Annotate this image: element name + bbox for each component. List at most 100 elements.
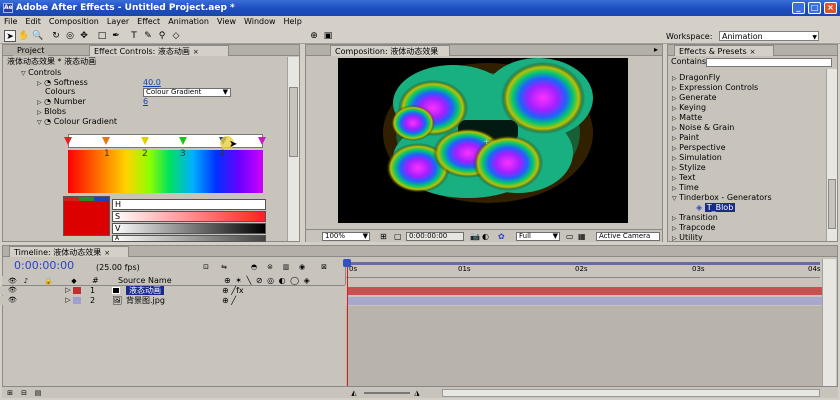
- resolution-dropdown[interactable]: Full ▼: [516, 232, 560, 241]
- horizontal-scrollbar[interactable]: [442, 389, 820, 397]
- current-time-display[interactable]: 0:00:00:00: [406, 232, 464, 241]
- blobs-group[interactable]: ▷ Blobs: [37, 107, 66, 117]
- stopwatch-icon[interactable]: ◔: [44, 97, 51, 106]
- menu-window[interactable]: Window: [240, 16, 280, 28]
- close-button[interactable]: ×: [824, 2, 837, 14]
- list-item[interactable]: ▷ Utility: [672, 233, 703, 241]
- tab-project[interactable]: Project: [13, 45, 49, 56]
- softness-value[interactable]: 40.0: [143, 78, 161, 88]
- list-item[interactable]: ▷ Transition: [672, 213, 718, 223]
- close-icon[interactable]: ×: [193, 48, 199, 56]
- scrollbar-thumb[interactable]: [828, 179, 836, 229]
- number-value[interactable]: 6: [143, 97, 148, 107]
- brush-tool-icon[interactable]: ✎: [142, 30, 154, 42]
- draft-3d-icon[interactable]: ◓: [250, 263, 258, 271]
- hand-tool-icon[interactable]: ✋: [18, 30, 30, 42]
- motion-blur-icon[interactable]: ◉: [298, 263, 306, 271]
- gradient-stop-marker[interactable]: [258, 137, 266, 145]
- value-slider[interactable]: V: [112, 223, 266, 234]
- expand-triangle-icon[interactable]: ▷: [64, 286, 72, 294]
- menu-composition[interactable]: Composition: [45, 16, 103, 28]
- collapse-triangle-icon[interactable]: ▷: [37, 80, 42, 87]
- frame-blending-icon[interactable]: ▥: [282, 263, 290, 271]
- list-item[interactable]: ▷ Stylize: [672, 163, 706, 173]
- layer-switches[interactable]: ⊕ ╱fx: [222, 286, 244, 295]
- tab-timeline[interactable]: Timeline: 液体动态效果 ×: [9, 246, 129, 257]
- alpha-slider[interactable]: A: [112, 235, 266, 242]
- modes-icon[interactable]: ⊟: [20, 389, 28, 397]
- list-item[interactable]: ▷ Expression Controls: [672, 83, 758, 93]
- menu-view[interactable]: View: [213, 16, 240, 28]
- eraser-tool-icon[interactable]: ◇: [170, 30, 182, 42]
- menu-animation[interactable]: Animation: [164, 16, 213, 28]
- list-item[interactable]: ▷ Time: [672, 183, 699, 193]
- playhead-handle[interactable]: [343, 259, 351, 267]
- composition-viewer[interactable]: +: [338, 58, 628, 223]
- orbit-camera-icon[interactable]: ◎: [64, 30, 76, 42]
- table-row[interactable]: 👁 ▷ 1 液态动画 ⊕ ╱fx: [0, 286, 345, 295]
- hue-slider[interactable]: H: [112, 199, 266, 210]
- expand-panes-icon[interactable]: ⊞: [6, 389, 14, 397]
- graph-editor-icon[interactable]: ⊠: [320, 263, 328, 271]
- in-out-icon[interactable]: ▤: [34, 389, 42, 397]
- table-row[interactable]: 👁 ▷ 2 🖼 背景图.jpg ⊕ ╱: [0, 296, 345, 305]
- minimize-button[interactable]: _: [792, 2, 805, 14]
- layer-duration-bar-1[interactable]: [348, 287, 822, 295]
- zoom-tool-icon[interactable]: 🔍: [32, 30, 44, 42]
- layer-label-color[interactable]: [73, 297, 81, 304]
- safe-zones-icon[interactable]: ⊞: [380, 232, 387, 241]
- saturation-slider[interactable]: S: [112, 211, 266, 222]
- workspace-dropdown[interactable]: Animation ▼: [718, 31, 819, 41]
- list-item[interactable]: ▽ Tinderbox - Generators: [672, 193, 772, 203]
- axis-mode-icon[interactable]: ▣: [322, 30, 334, 42]
- text-tool-icon[interactable]: T: [128, 30, 140, 42]
- gradient-stop-marker[interactable]: [102, 137, 110, 145]
- gradient-stop-marker[interactable]: [179, 137, 187, 145]
- layer-name[interactable]: 背景图.jpg: [126, 296, 165, 305]
- list-item[interactable]: ▷ Simulation: [672, 153, 722, 163]
- list-item[interactable]: ▷ Keying: [672, 103, 706, 113]
- panel-menu-icon[interactable]: ▸: [654, 45, 658, 54]
- list-item[interactable]: ▷ Perspective: [672, 143, 726, 153]
- transparency-grid-icon[interactable]: ▦: [578, 232, 586, 241]
- color-channel-icon[interactable]: ✿: [498, 232, 505, 241]
- comp-mini-flowchart-icon[interactable]: ⊡: [200, 263, 212, 271]
- layer-label-color[interactable]: [73, 287, 81, 294]
- magnification-dropdown[interactable]: 100% ▼: [322, 232, 370, 241]
- effects-search-input[interactable]: [706, 58, 832, 67]
- eye-icon[interactable]: 👁: [8, 286, 17, 294]
- list-item-effect[interactable]: ◈ T_Blob: [696, 203, 736, 213]
- list-item[interactable]: ▷ Noise & Grain: [672, 123, 734, 133]
- vertical-scrollbar[interactable]: [287, 57, 299, 241]
- current-time-timecode[interactable]: 0:00:00:00: [14, 260, 74, 271]
- camera-view-dropdown[interactable]: Active Camera: [596, 232, 660, 241]
- selection-tool-icon[interactable]: ➤: [4, 30, 16, 42]
- tab-effects-presets[interactable]: Effects & Presets ×: [674, 45, 774, 56]
- close-icon[interactable]: ×: [750, 48, 756, 56]
- menu-effect[interactable]: Effect: [133, 16, 164, 28]
- gradient-stop-marker[interactable]: [64, 137, 72, 145]
- gradient-stop-marker[interactable]: [141, 137, 149, 145]
- menu-layer[interactable]: Layer: [103, 16, 133, 28]
- mask-view-icon[interactable]: ▢: [394, 232, 402, 241]
- list-item[interactable]: ▷ DragonFly: [672, 73, 720, 83]
- colour-swatch[interactable]: [63, 196, 110, 236]
- show-snapshot-icon[interactable]: ◐: [482, 232, 489, 241]
- anchor-axis-icon[interactable]: ⊕: [308, 30, 320, 42]
- stopwatch-icon[interactable]: ◔: [44, 78, 51, 87]
- pen-tool-icon[interactable]: ✒: [110, 30, 122, 42]
- collapse-triangle-icon[interactable]: ▷: [37, 99, 42, 106]
- list-item[interactable]: ▷ Paint: [672, 133, 699, 143]
- list-item[interactable]: ▷ Text: [672, 173, 695, 183]
- eye-icon[interactable]: 👁: [8, 296, 17, 304]
- clone-stamp-icon[interactable]: ⚲: [156, 30, 168, 42]
- pan-behind-icon[interactable]: ✥: [78, 30, 90, 42]
- list-item[interactable]: ▷ Matte: [672, 113, 702, 123]
- tab-composition[interactable]: Composition: 液体动态效果×: [330, 45, 450, 67]
- expand-triangle-icon[interactable]: ▷: [64, 296, 72, 304]
- current-time-indicator[interactable]: [347, 260, 348, 393]
- layer-duration-bar-2[interactable]: [348, 297, 822, 305]
- window-title-bar[interactable]: Ae Adobe After Effects - Untitled Projec…: [0, 0, 840, 16]
- live-update-icon[interactable]: ⇋: [220, 263, 228, 271]
- column-source-name[interactable]: Source Name: [118, 276, 172, 286]
